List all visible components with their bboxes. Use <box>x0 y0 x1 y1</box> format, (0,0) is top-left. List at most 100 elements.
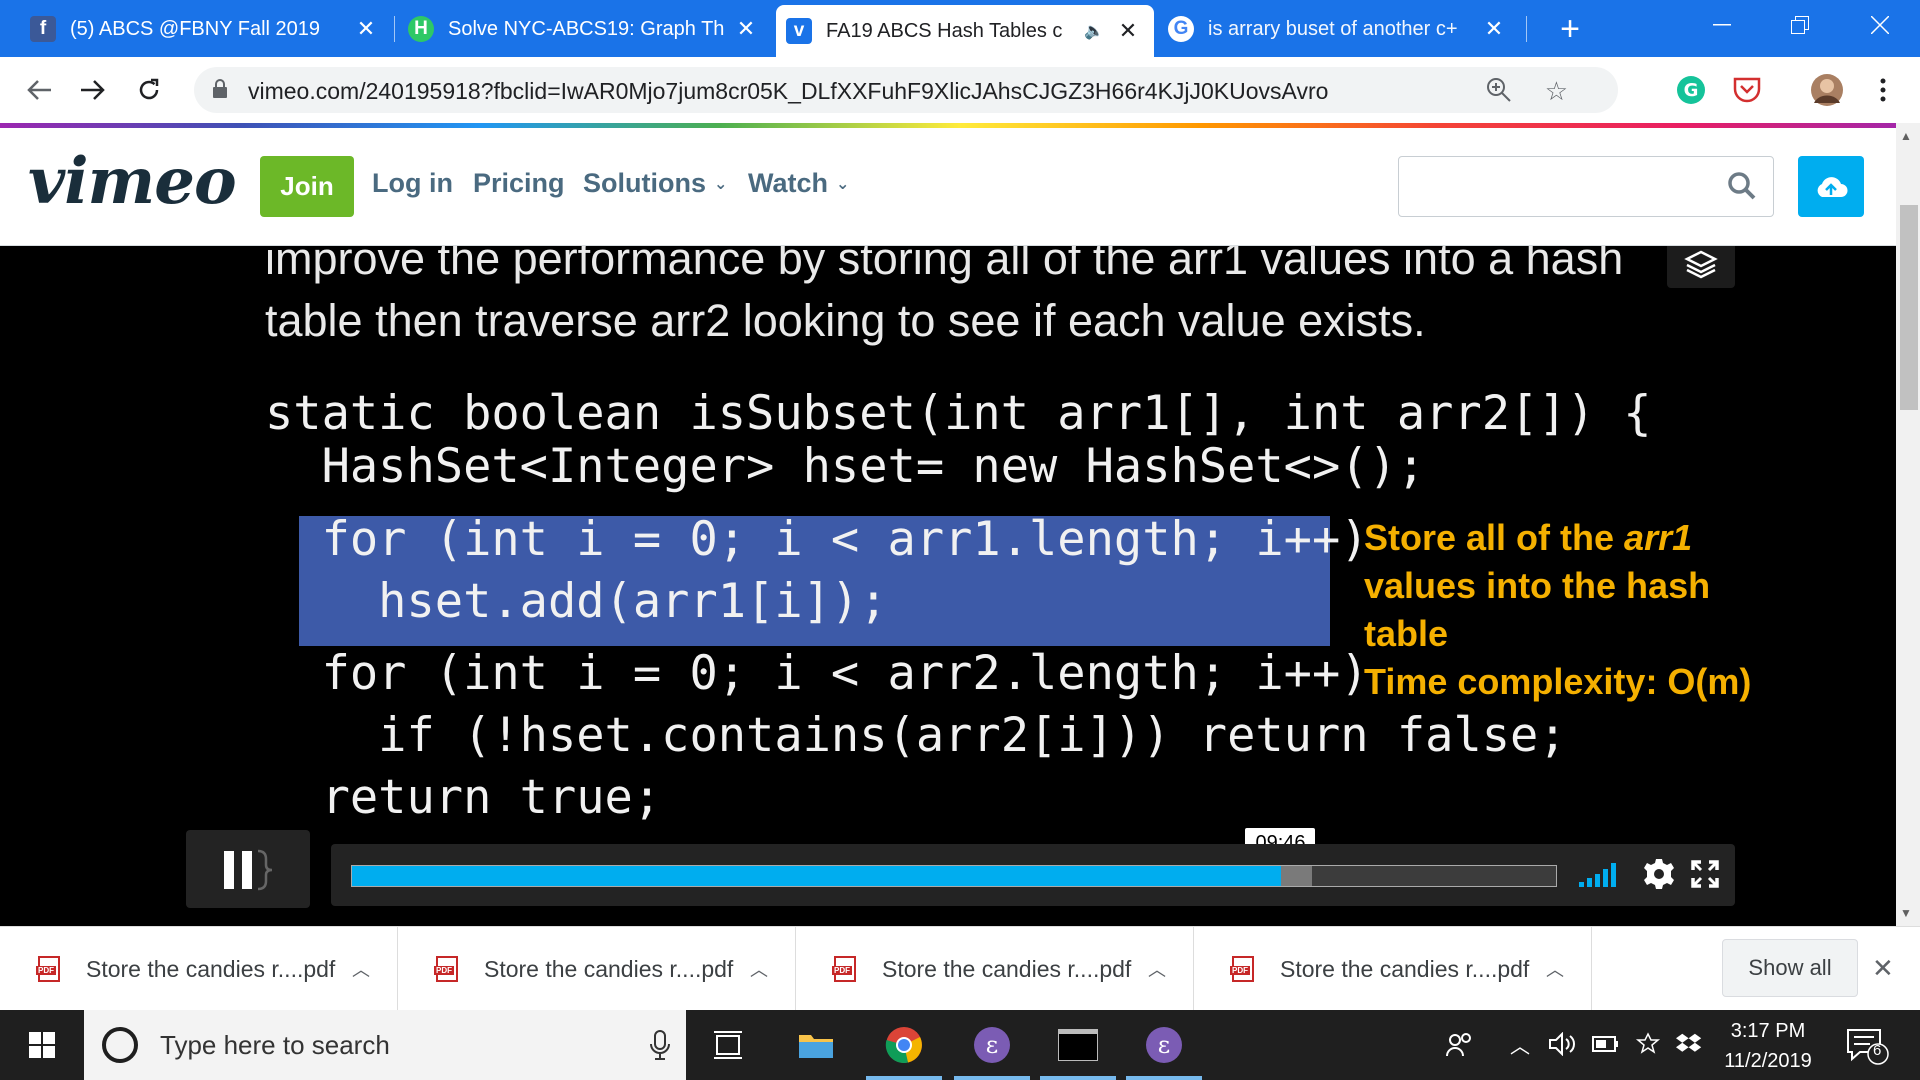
emacs-icon[interactable]: ε <box>950 1010 1034 1080</box>
browser-toolbar: vimeo.com/240195918?fbclid=IwAR0Mjo7jum8… <box>0 57 1920 123</box>
download-filename: Store the candies r....pdf <box>86 955 336 982</box>
forward-icon[interactable] <box>72 69 114 111</box>
close-downloads-icon[interactable]: ✕ <box>1872 953 1894 984</box>
grammarly-icon[interactable]: G <box>1670 69 1712 111</box>
tab-separator <box>394 16 395 42</box>
scroll-down-icon[interactable]: ▼ <box>1900 906 1912 920</box>
pdf-file-icon: PDF <box>434 956 458 982</box>
dropbox-icon[interactable] <box>1676 1032 1704 1058</box>
download-item[interactable]: PDF Store the candies r....pdf ︿ <box>398 927 796 1011</box>
settings-gear-icon[interactable] <box>1643 858 1675 890</box>
task-view-icon[interactable] <box>686 1010 770 1080</box>
time-complexity-text: Time complexity: O(m) <box>1364 661 1752 702</box>
solutions-label: Solutions <box>583 168 706 198</box>
chevron-up-icon[interactable]: ︿ <box>1137 956 1177 982</box>
pricing-label: Pricing <box>473 168 565 198</box>
avatar[interactable] <box>1806 69 1848 111</box>
fullscreen-icon[interactable] <box>1691 860 1719 888</box>
close-tab-icon[interactable]: ✕ <box>352 15 380 43</box>
battery-icon[interactable] <box>1592 1036 1620 1052</box>
search-placeholder: Type here to search <box>160 1030 390 1060</box>
volume-icon[interactable] <box>1577 860 1623 888</box>
page-scrollbar[interactable]: ▲ ▼ <box>1896 123 1920 926</box>
tab-title: is arrary buset of another c+ <box>1208 17 1458 40</box>
join-button[interactable]: Join <box>260 156 354 217</box>
volume-icon[interactable] <box>1548 1032 1578 1056</box>
login-link[interactable]: Log in <box>372 168 453 199</box>
chevron-up-icon[interactable]: ︿ <box>1510 1030 1530 1059</box>
download-item[interactable]: PDF Store the candies r....pdf ︿ <box>1194 927 1592 1011</box>
system-clock[interactable]: 3:17 PM 11/2/2019 <box>1708 1016 1828 1076</box>
download-item[interactable]: PDF Store the candies r....pdf ︿ <box>0 927 398 1011</box>
vimeo-logo[interactable]: vimeo <box>28 144 237 219</box>
terminal-icon[interactable] <box>1036 1010 1120 1080</box>
pause-button[interactable] <box>186 830 310 908</box>
tab-google[interactable]: G is arrary buset of another c+ ✕ <box>1158 8 1520 50</box>
chevron-down-icon: ⌄ <box>836 175 850 193</box>
url-text: vimeo.com/240195918?fbclid=IwAR0Mjo7jum8… <box>248 78 1329 104</box>
watch-label: Watch <box>748 168 828 198</box>
download-filename: Store the candies r....pdf <box>484 955 734 982</box>
code-line: for (int i = 0; i < arr1.length; i++) <box>265 512 1369 567</box>
pocket-icon[interactable] <box>1726 69 1768 111</box>
chrome-icon[interactable] <box>862 1010 946 1080</box>
download-item[interactable]: PDF Store the candies r....pdf ︿ <box>796 927 1194 1011</box>
progress-bar[interactable] <box>351 865 1557 887</box>
search-icon[interactable] <box>1727 171 1757 201</box>
search-input[interactable] <box>1398 156 1774 217</box>
pause-icon <box>224 849 273 891</box>
audio-playing-icon[interactable]: 🔈 <box>1084 21 1104 41</box>
close-tab-icon[interactable]: ✕ <box>1114 17 1142 45</box>
microphone-icon[interactable] <box>650 1030 670 1060</box>
action-center-icon[interactable]: 6 <box>1846 1026 1890 1066</box>
taskbar-search-input[interactable]: Type here to search <box>84 1010 686 1080</box>
played-bar <box>352 866 1282 886</box>
emacs-icon[interactable]: ε <box>1122 1010 1206 1080</box>
show-all-button[interactable]: Show all <box>1722 939 1858 997</box>
scroll-up-icon[interactable]: ▲ <box>1900 129 1912 143</box>
browser-tab-strip: f (5) ABCS @FBNY Fall 2019 ✕ H Solve NYC… <box>0 0 1920 57</box>
windows-start-button[interactable] <box>0 1010 84 1080</box>
restore-icon[interactable] <box>1770 0 1830 50</box>
pdf-file-icon: PDF <box>36 956 60 982</box>
chrome-menu-icon[interactable] <box>1862 69 1904 111</box>
watch-menu[interactable]: Watch ⌄ <box>748 168 849 199</box>
pricing-link[interactable]: Pricing <box>473 168 565 199</box>
tab-facebook[interactable]: f (5) ABCS @FBNY Fall 2019 ✕ <box>20 8 392 50</box>
collections-icon[interactable] <box>1667 246 1735 288</box>
pdf-file-icon: PDF <box>1230 956 1254 982</box>
close-tab-icon[interactable]: ✕ <box>732 15 760 43</box>
vimeo-header: vimeo Join Log in Pricing Solutions ⌄ Wat… <box>0 128 1896 246</box>
scrollbar-thumb[interactable] <box>1900 205 1918 410</box>
close-tab-icon[interactable]: ✕ <box>1480 15 1508 43</box>
lock-icon[interactable] <box>212 79 228 99</box>
reload-icon[interactable] <box>128 69 170 111</box>
solutions-menu[interactable]: Solutions ⌄ <box>583 168 727 199</box>
svg-text:ε: ε <box>986 1031 998 1059</box>
hackerrank-icon: H <box>408 16 434 42</box>
vimeo-icon: v <box>786 18 812 44</box>
bookmark-star-icon[interactable]: ☆ <box>1545 76 1568 107</box>
new-tab-button[interactable]: + <box>1540 4 1600 54</box>
close-window-icon[interactable] <box>1850 0 1910 50</box>
minimize-icon[interactable] <box>1692 0 1752 50</box>
back-icon[interactable] <box>18 69 60 111</box>
downloads-bar: PDF Store the candies r....pdf ︿ PDF Sto… <box>0 926 1920 1011</box>
annotation-text: values into the hash <box>1364 565 1711 606</box>
people-icon[interactable] <box>1446 1032 1474 1058</box>
chevron-up-icon[interactable]: ︿ <box>1535 956 1575 982</box>
tab-hackerrank[interactable]: H Solve NYC-ABCS19: Graph Th ✕ <box>398 8 772 50</box>
code-line: for (int i = 0; i < arr2.length; i++) <box>265 646 1369 701</box>
video-player[interactable]: improve the performance by storing all o… <box>0 246 1896 926</box>
upload-button[interactable] <box>1798 156 1864 217</box>
tab-vimeo[interactable]: v FA19 ABCS Hash Tables c 🔈 ✕ <box>776 5 1154 57</box>
clock-time: 3:17 PM <box>1730 1020 1806 1042</box>
zoom-icon[interactable] <box>1486 77 1512 103</box>
file-explorer-icon[interactable] <box>774 1010 858 1080</box>
address-bar[interactable]: vimeo.com/240195918?fbclid=IwAR0Mjo7jum8… <box>194 67 1618 113</box>
notification-count: 6 <box>1873 1042 1882 1059</box>
annotation-text: Store all of the <box>1364 517 1625 558</box>
chevron-up-icon[interactable]: ︿ <box>739 956 779 982</box>
chevron-up-icon[interactable]: ︿ <box>341 956 381 982</box>
network-icon[interactable] <box>1634 1032 1662 1058</box>
